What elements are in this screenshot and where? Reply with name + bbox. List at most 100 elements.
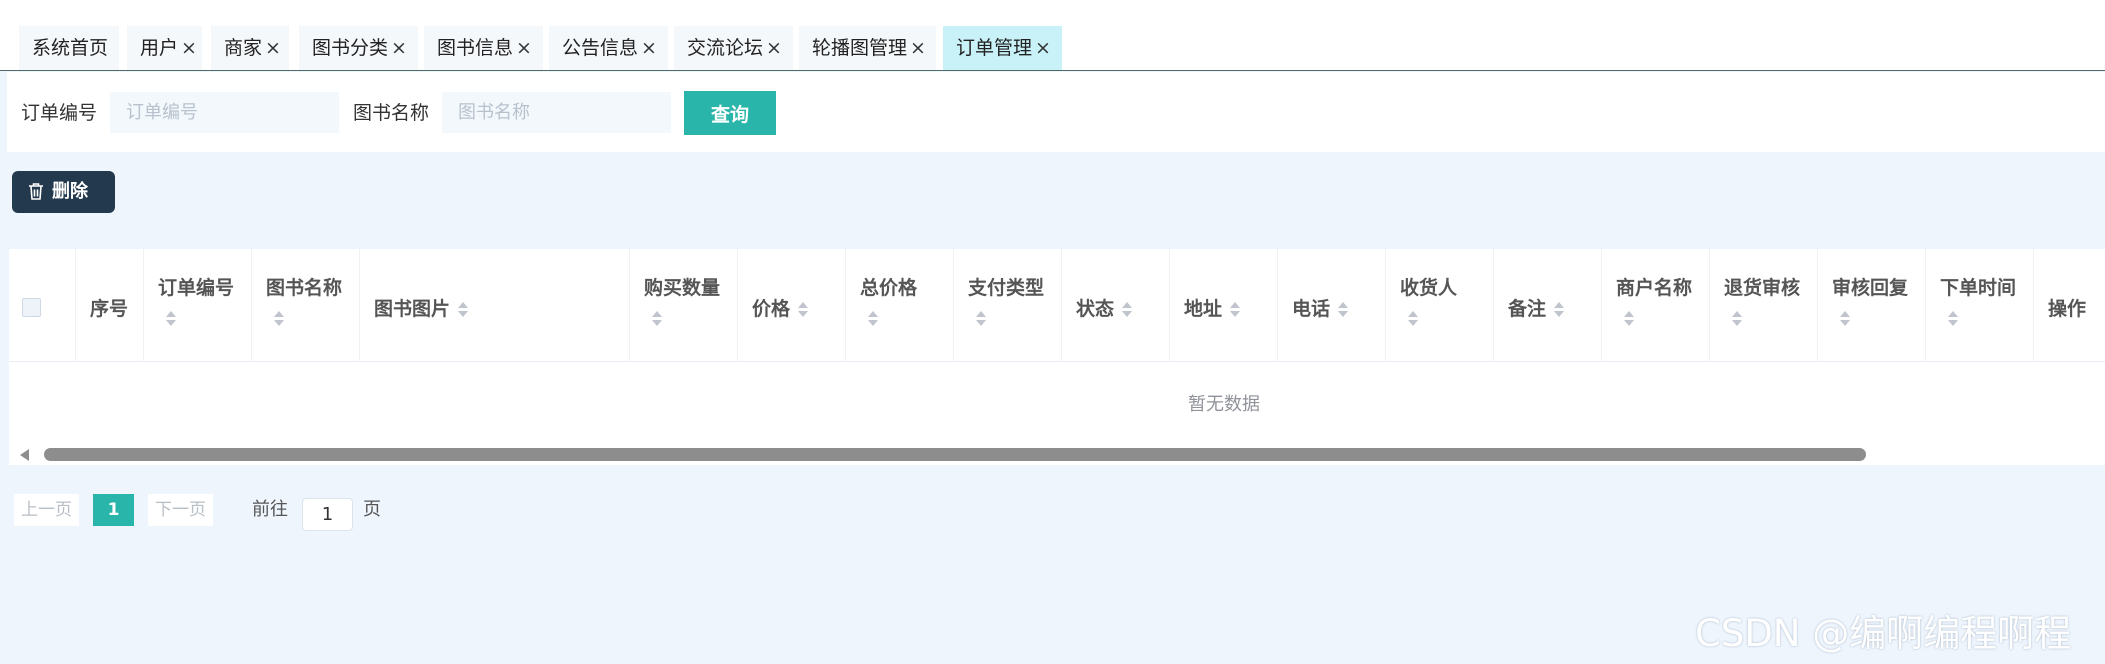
sort-icon[interactable] xyxy=(1731,310,1743,328)
sort-icon[interactable] xyxy=(273,310,285,328)
col-receiver[interactable]: 收货人 xyxy=(1386,249,1494,362)
close-icon[interactable]: × xyxy=(766,37,782,59)
tab-users[interactable]: 用户 × xyxy=(127,26,202,70)
col-total-price[interactable]: 总价格 xyxy=(846,249,954,362)
col-merchant-name[interactable]: 商户名称 xyxy=(1602,249,1710,362)
col-book-image[interactable]: 图书图片 xyxy=(360,249,630,362)
col-label: 序号 xyxy=(90,298,129,320)
close-icon[interactable]: × xyxy=(1035,37,1051,59)
col-label: 总价格 xyxy=(860,277,918,299)
tab-book-category[interactable]: 图书分类 × xyxy=(299,26,418,70)
delete-button[interactable]: 删除 xyxy=(12,171,115,213)
col-label-wrap: 地址 xyxy=(1184,294,1241,321)
sort-icon[interactable] xyxy=(165,310,177,328)
col-label: 图书名称 xyxy=(266,277,343,299)
col-price[interactable]: 价格 xyxy=(738,249,846,362)
sort-icon[interactable] xyxy=(1229,301,1241,319)
col-label: 收货人 xyxy=(1400,277,1458,299)
sort-icon[interactable] xyxy=(975,310,987,328)
page-number-current[interactable]: 1 xyxy=(93,494,134,526)
close-icon[interactable]: × xyxy=(641,37,657,59)
goto-label: 前往 xyxy=(252,499,288,520)
col-status[interactable]: 状态 xyxy=(1062,249,1170,362)
col-label: 图书图片 xyxy=(374,298,451,320)
tab-label: 商家 xyxy=(224,37,263,59)
sort-icon[interactable] xyxy=(651,310,663,328)
sort-icon[interactable] xyxy=(797,301,809,319)
tab-carousel[interactable]: 轮播图管理 × xyxy=(799,26,936,70)
col-address[interactable]: 地址 xyxy=(1170,249,1278,362)
tab-label: 图书信息 xyxy=(437,37,514,59)
tab-label: 轮播图管理 xyxy=(812,37,908,59)
sort-icon[interactable] xyxy=(1947,310,1959,328)
query-button[interactable]: 查询 xyxy=(684,91,776,135)
scrollbar-thumb[interactable] xyxy=(44,448,1866,461)
col-label-wrap: 备注 xyxy=(1508,294,1565,321)
close-icon[interactable]: × xyxy=(516,37,532,59)
col-review-reply[interactable]: 审核回复 xyxy=(1818,249,1926,362)
scroll-left-arrow-icon[interactable] xyxy=(20,449,29,461)
select-all-cell xyxy=(9,249,76,362)
tab-merchants[interactable]: 商家 × xyxy=(211,26,289,70)
tab-label: 交流论坛 xyxy=(687,37,764,59)
col-label: 退货审核 xyxy=(1724,277,1801,299)
close-icon[interactable]: × xyxy=(910,37,926,59)
next-page-button[interactable]: 下一页 xyxy=(148,494,213,526)
col-label: 下单时间 xyxy=(1940,277,2017,299)
table-header: 序号 订单编号 图书名称 图书图片 购买数量 价格 总价格 支付类型 状态 地址… xyxy=(9,249,2105,362)
col-book-name[interactable]: 图书名称 xyxy=(252,249,360,362)
sort-icon[interactable] xyxy=(867,310,879,328)
col-label-wrap: 电话 xyxy=(1292,294,1349,321)
col-label: 电话 xyxy=(1292,298,1331,320)
close-icon[interactable]: × xyxy=(391,37,407,59)
order-table: 序号 订单编号 图书名称 图书图片 购买数量 价格 总价格 支付类型 状态 地址… xyxy=(9,249,2105,465)
col-phone[interactable]: 电话 xyxy=(1278,249,1386,362)
sort-icon[interactable] xyxy=(1623,310,1635,328)
sort-icon[interactable] xyxy=(1337,301,1349,319)
pagination: 上一页 1 下一页 前往 页 xyxy=(0,494,400,531)
sort-icon[interactable] xyxy=(457,301,469,319)
tab-label: 图书分类 xyxy=(312,37,389,59)
tab-book-info[interactable]: 图书信息 × xyxy=(424,26,543,70)
col-label-wrap: 图书图片 xyxy=(374,294,469,321)
tab-home[interactable]: 系统首页 xyxy=(19,26,119,70)
close-icon[interactable]: × xyxy=(181,37,197,59)
watermark: CSDN @编啊编程啊程 xyxy=(1695,612,2072,655)
search-panel: 订单编号 图书名称 查询 xyxy=(7,72,2105,152)
book-name-label: 图书名称 xyxy=(353,102,430,124)
col-label: 商户名称 xyxy=(1616,277,1693,299)
book-name-input[interactable] xyxy=(442,92,671,133)
col-pay-type[interactable]: 支付类型 xyxy=(954,249,1062,362)
tab-forum[interactable]: 交流论坛 × xyxy=(674,26,793,70)
col-remark[interactable]: 备注 xyxy=(1494,249,1602,362)
col-return-review[interactable]: 退货审核 xyxy=(1710,249,1818,362)
horizontal-scrollbar[interactable] xyxy=(9,445,2105,465)
close-icon[interactable]: × xyxy=(265,37,281,59)
sort-icon[interactable] xyxy=(1121,301,1133,319)
col-label: 地址 xyxy=(1184,298,1223,320)
col-order-time[interactable]: 下单时间 xyxy=(1926,249,2034,362)
sort-icon[interactable] xyxy=(1407,310,1419,328)
tabs-bar: 系统首页 用户 × 商家 × 图书分类 × 图书信息 × 公告信息 × 交流论坛 × 轮播图… xyxy=(0,0,2105,71)
col-quantity[interactable]: 购买数量 xyxy=(630,249,738,362)
select-all-checkbox[interactable] xyxy=(22,298,41,317)
tab-label: 系统首页 xyxy=(32,37,109,59)
tab-label: 用户 xyxy=(140,37,179,59)
tab-orders[interactable]: 订单管理 × xyxy=(943,26,1062,70)
sort-icon[interactable] xyxy=(1553,301,1565,319)
goto-page-input[interactable] xyxy=(302,498,353,531)
col-actions: 操作 xyxy=(2034,249,2105,362)
col-label: 支付类型 xyxy=(968,277,1045,299)
col-label: 购买数量 xyxy=(644,277,721,299)
sort-icon[interactable] xyxy=(1839,310,1851,328)
col-label-wrap: 价格 xyxy=(752,294,809,321)
col-label: 操作 xyxy=(2048,298,2087,320)
col-label: 订单编号 xyxy=(158,277,235,299)
col-label: 备注 xyxy=(1508,298,1547,320)
tab-announcement[interactable]: 公告信息 × xyxy=(549,26,668,70)
order-no-input[interactable] xyxy=(110,92,339,133)
prev-page-button[interactable]: 上一页 xyxy=(14,494,79,526)
delete-label: 删除 xyxy=(52,181,88,202)
col-order-no[interactable]: 订单编号 xyxy=(144,249,252,362)
tab-label: 订单管理 xyxy=(956,37,1033,59)
